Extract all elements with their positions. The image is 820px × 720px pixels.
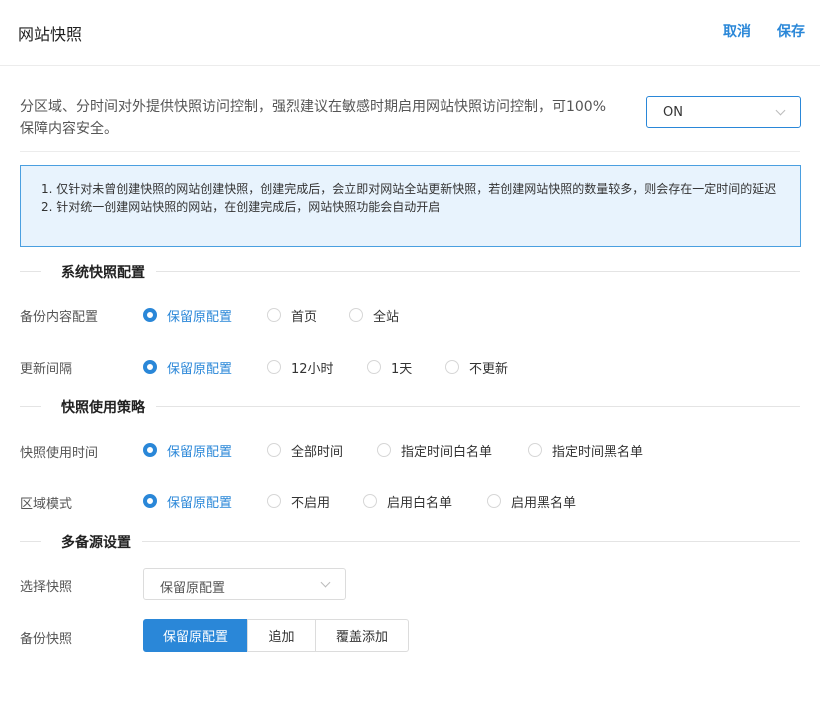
radio-dot-icon bbox=[143, 494, 157, 508]
section-multi-source: 多备源设置 bbox=[20, 532, 800, 552]
chevron-down-icon bbox=[775, 105, 786, 116]
radio-region-disable[interactable]: 不启用 bbox=[267, 491, 330, 511]
radio-dot-icon bbox=[349, 308, 363, 322]
radio-label: 保留原配置 bbox=[167, 309, 233, 325]
snapshot-select-value: 保留原配置 bbox=[160, 581, 226, 596]
section-usage-policy: 快照使用策略 bbox=[20, 397, 800, 417]
radio-time-blacklist[interactable]: 指定时间黑名单 bbox=[528, 440, 643, 460]
radio-dot-icon bbox=[143, 443, 157, 457]
radio-dot-icon bbox=[143, 308, 157, 322]
radio-interval-keep[interactable]: 保留原配置 bbox=[143, 357, 232, 377]
cancel-button[interactable]: 取消 bbox=[723, 21, 751, 41]
radio-dot-icon bbox=[528, 443, 542, 457]
select-snapshot-label: 选择快照 bbox=[20, 580, 73, 595]
section-line-left bbox=[20, 541, 41, 542]
radio-label: 指定时间黑名单 bbox=[552, 444, 644, 460]
snapshot-select[interactable]: 保留原配置 bbox=[143, 568, 346, 600]
backup-snapshot-label: 备份快照 bbox=[20, 632, 73, 647]
radio-dot-icon bbox=[377, 443, 391, 457]
radio-label: 指定时间白名单 bbox=[401, 444, 493, 460]
backup-content-label: 备份内容配置 bbox=[20, 310, 99, 325]
radio-time-all[interactable]: 全部时间 bbox=[267, 440, 343, 460]
page-title: 网站快照 bbox=[18, 25, 83, 44]
backup-overwrite-button[interactable]: 覆盖添加 bbox=[315, 619, 409, 652]
notice-box: 1. 仅针对未曾创建快照的网站创建快照，创建完成后，会立即对网站全站更新快照，若… bbox=[20, 165, 801, 247]
snapshot-switch-value: ON bbox=[663, 105, 683, 120]
radio-dot-icon bbox=[445, 360, 459, 374]
region-mode-label: 区域模式 bbox=[20, 497, 73, 512]
radio-label: 保留原配置 bbox=[167, 361, 233, 377]
radio-dot-icon bbox=[267, 494, 281, 508]
notice-line-1: 1. 仅针对未曾创建快照的网站创建快照，创建完成后，会立即对网站全站更新快照，若… bbox=[41, 182, 777, 196]
radio-backup-keep[interactable]: 保留原配置 bbox=[143, 305, 232, 325]
update-interval-label: 更新间隔 bbox=[20, 362, 73, 377]
backup-snapshot-button-group: 保留原配置 追加 覆盖添加 bbox=[143, 619, 409, 652]
radio-dot-icon bbox=[367, 360, 381, 374]
section-line-left bbox=[20, 406, 41, 407]
radio-label: 不更新 bbox=[469, 361, 509, 377]
snapshot-switch-select[interactable]: ON bbox=[646, 96, 801, 128]
radio-label: 1天 bbox=[391, 361, 413, 377]
backup-append-button[interactable]: 追加 bbox=[247, 619, 316, 652]
radio-region-blacklist[interactable]: 启用黑名单 bbox=[487, 491, 576, 511]
radio-region-whitelist[interactable]: 启用白名单 bbox=[363, 491, 452, 511]
radio-dot-icon bbox=[267, 308, 281, 322]
radio-label: 首页 bbox=[291, 309, 318, 325]
radio-label: 启用白名单 bbox=[387, 495, 453, 511]
use-time-label: 快照使用时间 bbox=[20, 446, 99, 461]
section-line-right bbox=[156, 406, 800, 407]
radio-dot-icon bbox=[267, 443, 281, 457]
radio-interval-never[interactable]: 不更新 bbox=[445, 357, 508, 377]
radio-label: 保留原配置 bbox=[167, 495, 233, 511]
radio-region-keep[interactable]: 保留原配置 bbox=[143, 491, 232, 511]
backup-keep-button[interactable]: 保留原配置 bbox=[143, 619, 248, 652]
page-header: 网站快照 取消 保存 bbox=[0, 0, 820, 66]
section-title: 系统快照配置 bbox=[61, 265, 145, 281]
radio-dot-icon bbox=[487, 494, 501, 508]
divider bbox=[20, 151, 800, 152]
feature-description: 分区域、分时间对外提供快照访问控制，强烈建议在敏感时期启用网站快照访问控制，可1… bbox=[20, 99, 607, 137]
section-title: 多备源设置 bbox=[61, 535, 131, 551]
radio-label: 全部时间 bbox=[291, 444, 344, 460]
radio-backup-site[interactable]: 全站 bbox=[349, 305, 399, 325]
section-line-right bbox=[142, 541, 800, 542]
radio-dot-icon bbox=[143, 360, 157, 374]
radio-interval-1d[interactable]: 1天 bbox=[367, 357, 412, 377]
radio-interval-12h[interactable]: 12小时 bbox=[267, 357, 334, 377]
section-line-left bbox=[20, 271, 41, 272]
radio-dot-icon bbox=[363, 494, 377, 508]
chevron-down-icon bbox=[320, 577, 331, 588]
section-title: 快照使用策略 bbox=[61, 400, 145, 416]
notice-line-2: 2. 针对统一创建网站快照的网站，在创建完成后，网站快照功能会自动开启 bbox=[41, 200, 441, 214]
radio-dot-icon bbox=[267, 360, 281, 374]
radio-label: 全站 bbox=[373, 309, 400, 325]
radio-backup-home[interactable]: 首页 bbox=[267, 305, 317, 325]
radio-time-keep[interactable]: 保留原配置 bbox=[143, 440, 232, 460]
radio-label: 保留原配置 bbox=[167, 444, 233, 460]
radio-label: 不启用 bbox=[291, 495, 331, 511]
save-button[interactable]: 保存 bbox=[777, 21, 805, 41]
radio-time-whitelist[interactable]: 指定时间白名单 bbox=[377, 440, 492, 460]
radio-label: 启用黑名单 bbox=[511, 495, 577, 511]
section-system-config: 系统快照配置 bbox=[20, 262, 800, 282]
section-line-right bbox=[156, 271, 800, 272]
radio-label: 12小时 bbox=[291, 361, 334, 377]
